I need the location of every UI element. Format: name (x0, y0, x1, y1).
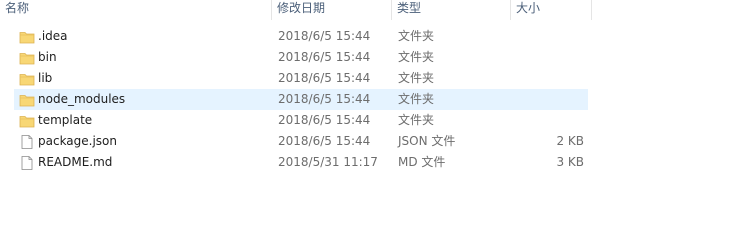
column-header-type-label: 类型 (397, 1, 422, 15)
column-header-size-label: 大小 (516, 1, 541, 15)
file-row-bin[interactable]: bin 2018/6/5 15:44 文件夹 (14, 47, 588, 68)
file-name: lib (38, 71, 53, 85)
file-row-node-modules[interactable]: node_modules 2018/6/5 15:44 文件夹 (14, 89, 588, 110)
file-type: 文件夹 (398, 113, 435, 127)
file-type: 文件夹 (398, 29, 435, 43)
file-size (514, 68, 584, 89)
file-size (514, 47, 584, 68)
file-size (514, 26, 584, 47)
file-date: 2018/6/5 15:44 (278, 113, 371, 127)
file-type: 文件夹 (398, 71, 435, 85)
file-size: 2 KB (556, 134, 584, 148)
column-header-size[interactable]: 大小 (511, 0, 591, 20)
file-size: 3 KB (556, 155, 584, 169)
file-name: template (38, 113, 93, 127)
folder-icon (19, 71, 35, 87)
file-type: MD 文件 (398, 155, 446, 169)
file-name: package.json (38, 134, 118, 148)
column-header-name[interactable]: 名称 (0, 0, 270, 20)
column-header-type[interactable]: 类型 (392, 0, 510, 20)
file-date: 2018/6/5 15:44 (278, 29, 371, 43)
file-date: 2018/6/5 15:44 (278, 92, 371, 106)
file-row-idea[interactable]: .idea 2018/6/5 15:44 文件夹 (14, 26, 588, 47)
file-name: .idea (38, 29, 68, 43)
file-date: 2018/6/5 15:44 (278, 134, 371, 148)
file-date: 2018/5/31 11:17 (278, 155, 378, 169)
file-row-template[interactable]: template 2018/6/5 15:44 文件夹 (14, 110, 588, 131)
column-header-name-label: 名称 (5, 1, 30, 15)
file-type: 文件夹 (398, 50, 435, 64)
file-date: 2018/6/5 15:44 (278, 50, 371, 64)
file-size (514, 110, 584, 131)
column-divider[interactable] (591, 0, 592, 20)
column-header-bar: 名称 修改日期 类型 大小 (0, 0, 750, 20)
file-icon (19, 155, 35, 171)
file-type: JSON 文件 (398, 134, 456, 148)
column-header-date-label: 修改日期 (277, 1, 326, 15)
file-icon (19, 134, 35, 150)
folder-icon (19, 113, 35, 129)
folder-icon (19, 50, 35, 66)
file-row-readme[interactable]: README.md 2018/5/31 11:17 MD 文件 3 KB (14, 152, 588, 173)
file-name: bin (38, 50, 57, 64)
file-name: node_modules (38, 92, 126, 106)
file-type: 文件夹 (398, 92, 435, 106)
file-row-package-json[interactable]: package.json 2018/6/5 15:44 JSON 文件 2 KB (14, 131, 588, 152)
file-size (514, 89, 584, 110)
file-date: 2018/6/5 15:44 (278, 71, 371, 85)
folder-icon (19, 92, 35, 108)
file-row-lib[interactable]: lib 2018/6/5 15:44 文件夹 (14, 68, 588, 89)
column-header-date[interactable]: 修改日期 (272, 0, 390, 20)
file-explorer: 名称 修改日期 类型 大小 .idea 2018/6/5 15:44 文件夹 b… (0, 0, 750, 250)
folder-icon (19, 29, 35, 45)
file-name: README.md (38, 155, 113, 169)
